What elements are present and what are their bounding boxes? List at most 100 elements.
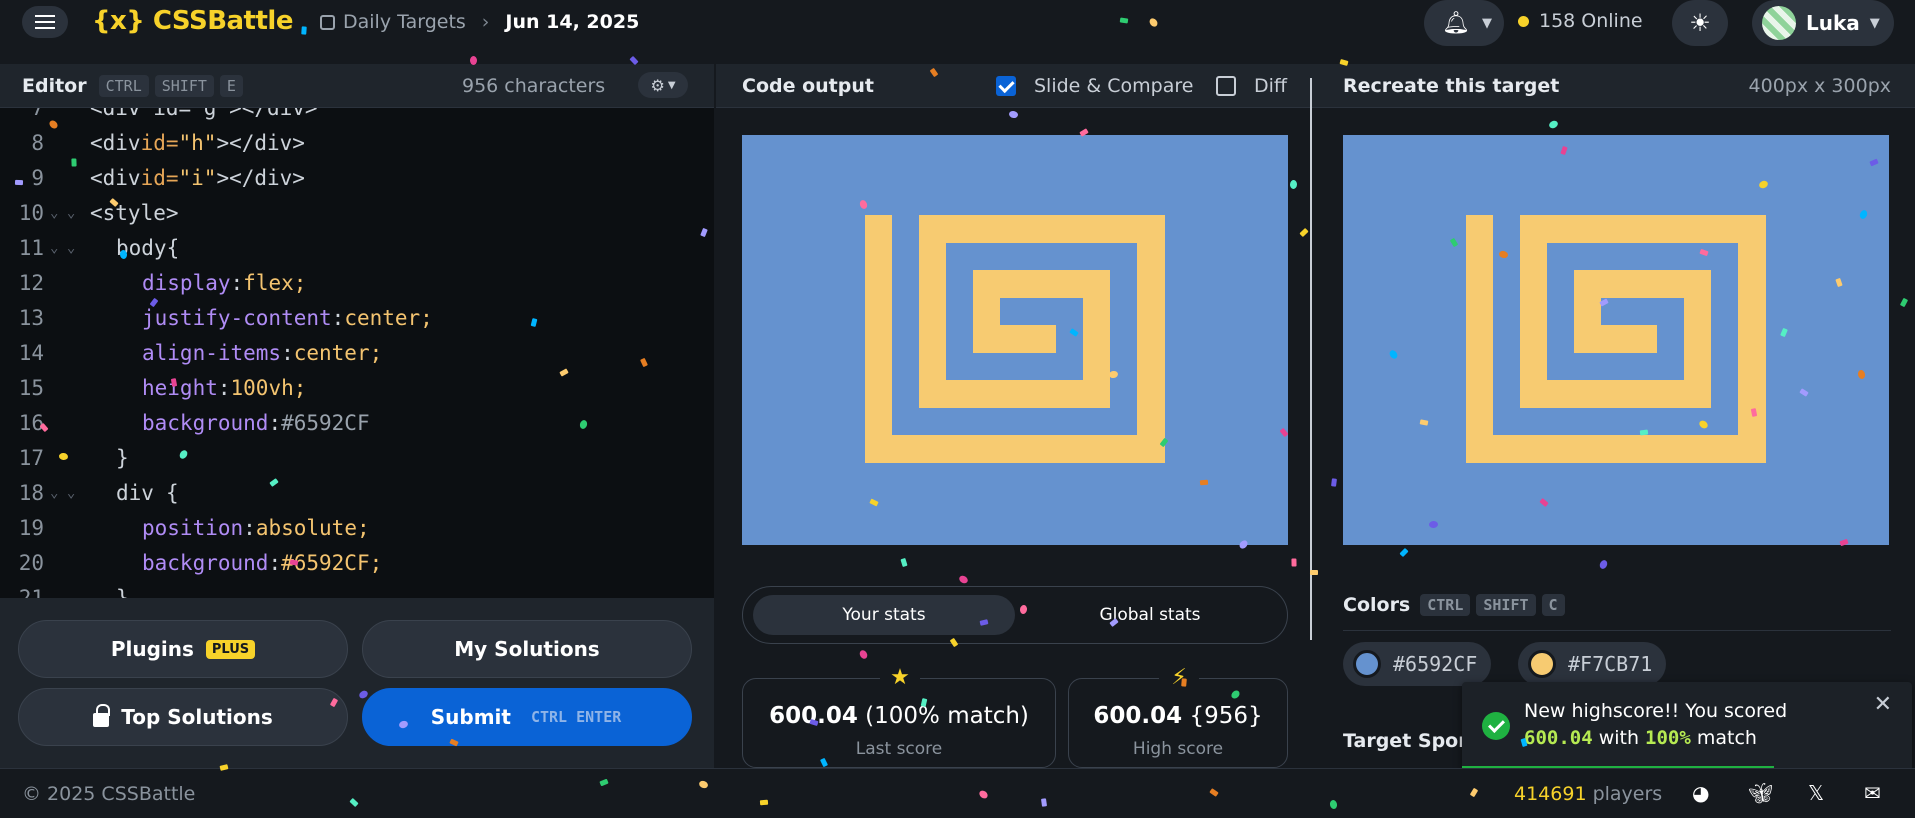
tab-your-stats[interactable]: Your stats — [753, 595, 1015, 635]
chevron-right-icon: › — [481, 11, 490, 33]
close-icon[interactable]: ✕ — [1874, 692, 1892, 717]
online-label: Online — [1581, 10, 1643, 32]
stats-tabs: Your stats Global stats — [742, 586, 1288, 644]
code-line: 13 justify-content: center; — [18, 305, 433, 330]
submit-label: Submit — [430, 705, 511, 729]
diff-label[interactable]: Diff — [1254, 75, 1287, 97]
submit-shortcut: CTRL ENTER — [530, 708, 622, 726]
gear-icon: ⚙ — [650, 75, 665, 95]
code-line: 12 display: flex; — [18, 270, 307, 295]
player-count: 414691 players — [1514, 783, 1663, 805]
logo[interactable]: {x} CSSBattle — [92, 6, 293, 36]
code-line: 18 ⌄ ⌄ div{ — [18, 480, 179, 505]
output-title: Code output — [742, 74, 874, 97]
top-solutions-button[interactable]: Top Solutions — [18, 688, 348, 746]
character-count: 956 characters — [462, 74, 606, 97]
color-dot-icon — [1528, 650, 1556, 678]
notifications-button[interactable]: 🔔︎ ▼ — [1424, 0, 1504, 46]
breadcrumb-date: Jun 14, 2025 — [505, 11, 640, 33]
theme-toggle[interactable]: ☀ — [1672, 0, 1728, 46]
user-menu[interactable]: Luka ▼ — [1752, 0, 1894, 46]
bluesky-icon[interactable]: 🦋︎ — [1748, 781, 1773, 805]
chevron-down-icon: ▼ — [1481, 15, 1492, 31]
color-dot-icon — [1353, 650, 1381, 678]
online-indicator: 158 Online — [1518, 10, 1643, 32]
top-solutions-label: Top Solutions — [121, 705, 273, 729]
confetti-piece — [1547, 119, 1560, 130]
confetti-piece — [900, 557, 908, 568]
code-line: 20 background: #6592CF; — [18, 550, 383, 575]
code-output-canvas[interactable] — [742, 135, 1288, 545]
fold-chevron-icon: ⌄ ⌄ — [50, 204, 76, 221]
kbd-e: E — [219, 74, 243, 97]
slide-compare-handle[interactable] — [1310, 78, 1312, 640]
high-score-value: 600.04 — [1093, 703, 1183, 729]
fold-chevron-icon: ⌄ ⌄ — [50, 239, 76, 256]
confetti-piece — [1399, 547, 1409, 558]
editor-settings-button[interactable]: ⚙ ▼ — [638, 72, 688, 98]
last-score-value: 600.04 — [769, 703, 858, 729]
code-line: 19 position: absolute; — [18, 515, 370, 540]
target-size: 400px x 300px — [1748, 74, 1891, 97]
code-line: 21} — [18, 585, 129, 599]
tab-global-stats[interactable]: Global stats — [1019, 595, 1281, 635]
colors-heading: Colors CTRL SHIFT C — [1343, 594, 1565, 616]
target-canvas[interactable] — [1343, 135, 1889, 545]
email-icon[interactable]: ✉ — [1864, 781, 1881, 805]
code-line: 7<div id="g"></div> — [0, 108, 714, 125]
footer: © 2025 CSSBattle 414691 players ◕ 🦋︎ 𝕏 ✉ — [0, 768, 1915, 818]
discord-icon[interactable]: ◕ — [1692, 781, 1709, 805]
check-circle-icon — [1482, 712, 1510, 740]
breadcrumb: Daily Targets › Jun 14, 2025 — [320, 11, 639, 33]
confetti-piece — [1331, 478, 1337, 487]
slide-compare-label[interactable]: Slide & Compare — [1034, 75, 1193, 97]
chevron-down-icon: ▼ — [1869, 15, 1880, 31]
menu-button[interactable] — [22, 6, 68, 38]
code-line: 8 <div id= "h" ></div> — [31, 130, 305, 155]
x-twitter-icon[interactable]: 𝕏 — [1808, 781, 1824, 805]
last-score-match: (100% match) — [865, 703, 1029, 729]
color-swatch[interactable]: #F7CB71 — [1518, 642, 1667, 686]
confetti-piece — [1289, 179, 1298, 190]
confetti-piece — [1299, 227, 1309, 238]
breadcrumb-daily-targets[interactable]: Daily Targets — [343, 11, 466, 33]
slide-compare-checkbox[interactable] — [996, 75, 1016, 96]
calendar-icon — [320, 14, 335, 30]
code-line: 11 ⌄ ⌄ body{ — [18, 235, 180, 260]
top-bar: {x} CSSBattle Daily Targets › Jun 14, 20… — [0, 0, 1915, 46]
chevron-down-icon: ▼ — [667, 79, 676, 91]
confetti-piece — [1899, 297, 1909, 308]
code-line: 9 <div id= "i" ></div> — [31, 165, 305, 190]
diff-checkbox[interactable] — [1216, 75, 1236, 96]
submit-button[interactable]: Submit CTRL ENTER — [362, 688, 692, 746]
bell-icon: 🔔︎ — [1442, 10, 1470, 36]
plus-badge: PLUS — [205, 639, 256, 659]
target-header: Recreate this target 400px x 300px — [1312, 64, 1915, 108]
code-line: 14 align-items: center; — [18, 340, 383, 365]
online-count: 158 — [1539, 10, 1576, 32]
avatar — [1762, 6, 1796, 40]
code-editor[interactable]: 7<div id="g"></div> 8<div id="h"></div> … — [0, 108, 714, 598]
divider — [1343, 630, 1891, 631]
my-solutions-button[interactable]: My Solutions — [362, 620, 692, 678]
target-sponsor-heading: Target Spon — [1343, 730, 1472, 752]
plugins-label: Plugins — [110, 637, 194, 661]
confetti-piece — [957, 574, 970, 585]
high-score-card: ⚡ 600.04 {956} High score — [1068, 665, 1288, 768]
color-swatch[interactable]: #6592CF — [1343, 642, 1492, 686]
user-name: Luka — [1806, 11, 1860, 35]
confetti-piece — [858, 648, 869, 661]
code-line: 16 background: #6592CF — [18, 410, 370, 435]
highscore-toast: New highscore!! You scored 600.04 with 1… — [1462, 682, 1912, 772]
high-score-chars: {956} — [1189, 703, 1263, 729]
kbd-ctrl: CTRL — [98, 74, 149, 97]
high-score-label: High score — [1132, 739, 1224, 759]
lightning-icon: ⚡ — [1159, 665, 1199, 690]
plugins-button[interactable]: Plugins PLUS — [18, 620, 348, 678]
fold-chevron-icon: ⌄ ⌄ — [50, 484, 76, 501]
editor-title: Editor — [22, 74, 87, 97]
lock-icon — [93, 704, 111, 727]
kbd-shift: SHIFT — [154, 74, 214, 97]
confetti-piece — [1008, 110, 1019, 119]
last-score-card: ★ 600.04 (100% match) Last score — [742, 665, 1056, 768]
